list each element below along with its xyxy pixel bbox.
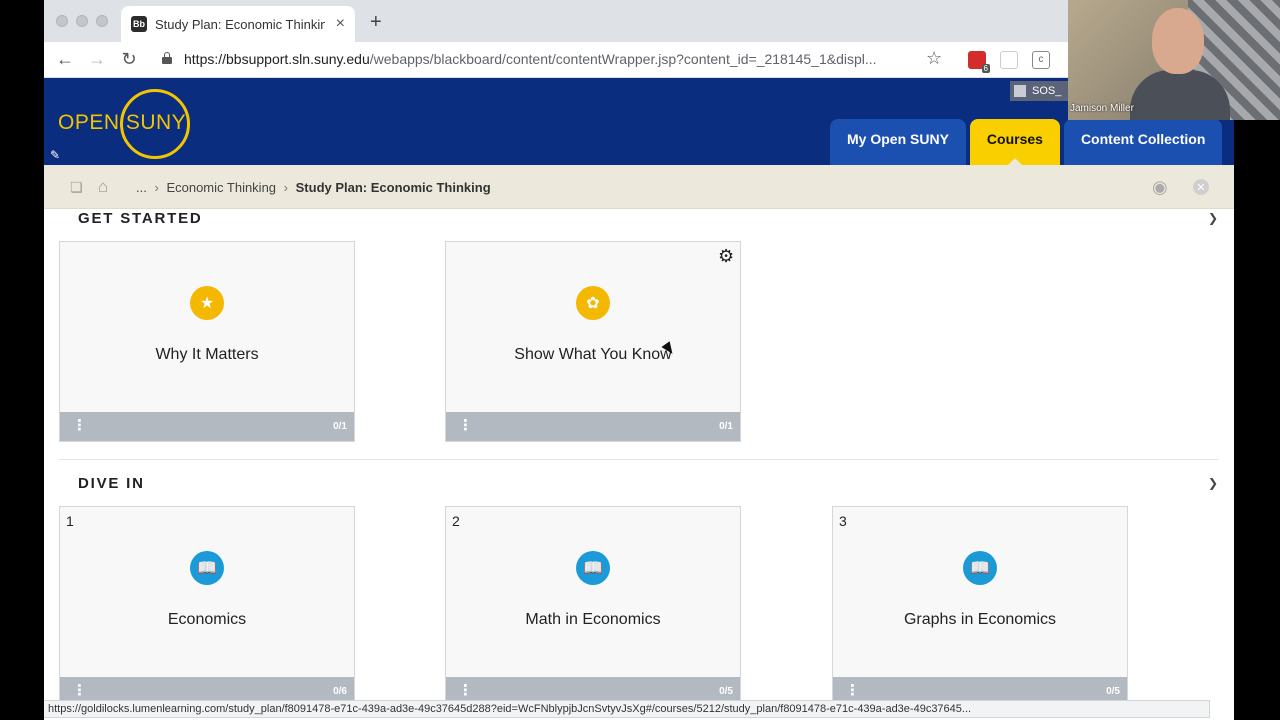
url-path: /webapps/blackboard/content/contentWrapp…: [369, 51, 877, 67]
breadcrumb-current: Study Plan: Economic Thinking: [295, 180, 491, 195]
card-graphs-in-economics[interactable]: 3 📖 Graphs in Economics ⋮ 0/5: [832, 506, 1128, 700]
lock-icon[interactable]: [162, 52, 172, 64]
card-footer: ⋮ 0/1: [446, 412, 740, 441]
card-progress-count: 0/1: [333, 421, 347, 432]
extension-chat-icon[interactable]: [1000, 51, 1018, 69]
tab-strip: Bb Study Plan: Economic Thinking × +: [44, 0, 1234, 42]
user-label: SOS_: [1032, 85, 1062, 97]
book-icon: 📖: [963, 551, 997, 585]
webcam-overlay: Jamison Miller: [1068, 0, 1280, 120]
forward-icon[interactable]: →: [86, 49, 108, 70]
back-icon[interactable]: ←: [54, 49, 76, 70]
card-progress-count: 0/6: [333, 686, 347, 697]
extension-red-icon[interactable]: 6: [968, 51, 990, 73]
nav-content-collection[interactable]: Content Collection: [1063, 119, 1223, 165]
card-footer: ⋮ 0/5: [446, 677, 740, 700]
close-circle-icon[interactable]: ✕: [1193, 179, 1209, 195]
breadcrumb-bar: ❏ ⌂ ... › Economic Thinking › Study Plan…: [44, 165, 1234, 209]
study-plan-content: GET STARTED ❯ ★ Why It Matters ⋮ 0/1 ⚙ ✿…: [44, 209, 1234, 700]
close-window-button[interactable]: [56, 15, 68, 27]
new-tab-button[interactable]: +: [370, 11, 382, 34]
star-icon: ★: [190, 286, 224, 320]
card-progress-count: 0/1: [719, 421, 733, 432]
blackboard-favicon-icon: Bb: [131, 16, 147, 32]
card-footer: ⋮ 0/6: [60, 677, 354, 700]
breadcrumb: ... › Economic Thinking › Study Plan: Ec…: [136, 180, 491, 195]
card-economics[interactable]: 1 📖 Economics ⋮ 0/6: [59, 506, 355, 700]
minimize-window-button[interactable]: [76, 15, 88, 27]
logo-text: OPEN SUNY: [58, 111, 187, 134]
card-title: Graphs in Economics: [903, 611, 1057, 628]
extension-badge: 6: [981, 64, 990, 73]
card-title: Show What You Know: [514, 346, 672, 363]
book-icon: 📖: [576, 551, 610, 585]
card-footer: ⋮ 0/1: [60, 412, 354, 441]
card-why-it-matters[interactable]: ★ Why It Matters ⋮ 0/1: [59, 241, 355, 442]
student-preview-icon[interactable]: ◉: [1152, 177, 1172, 197]
chevron-down-icon[interactable]: ❯: [1208, 211, 1218, 225]
card-title: Why It Matters: [155, 346, 259, 363]
url-host: https://bbsupport.sln.suny.edu: [184, 51, 370, 67]
browser-window: Bb Study Plan: Economic Thinking × + ← →…: [44, 0, 1234, 720]
card-number: 3: [839, 513, 847, 529]
extension-c-icon[interactable]: c: [1032, 51, 1050, 69]
card-title: Economics: [167, 611, 247, 628]
webcam-person-head: [1152, 8, 1204, 74]
nav-courses[interactable]: Courses: [969, 119, 1060, 165]
menu-toggle-icon[interactable]: ❏: [70, 179, 83, 196]
webcam-name-label: Jamison Miller: [1070, 103, 1134, 114]
status-bar-url: https://goldilocks.lumenlearning.com/stu…: [44, 700, 1210, 718]
tab-title: Study Plan: Economic Thinking: [155, 16, 325, 32]
card-footer: ⋮ 0/5: [833, 677, 1127, 700]
breadcrumb-separator: ›: [154, 180, 159, 195]
breadcrumb-ellipsis[interactable]: ...: [136, 180, 147, 195]
book-icon: 📖: [190, 551, 224, 585]
nav-my-open-suny[interactable]: My Open SUNY: [830, 119, 966, 165]
top-navigation: My Open SUNY Courses Content Collection: [830, 119, 1223, 165]
card-progress-count: 0/5: [719, 686, 733, 697]
address-toolbar: ← → ↻ https://bbsupport.sln.suny.edu/web…: [44, 42, 1234, 78]
section-title-get-started: GET STARTED: [78, 210, 203, 227]
kebab-menu-icon[interactable]: ⋮: [845, 683, 860, 698]
breadcrumb-separator: ›: [283, 180, 288, 195]
site-header: OPEN SUNY ✎ SOS_ My Open SUNY Courses Co…: [44, 78, 1234, 165]
brain-icon: ✿: [576, 286, 610, 320]
open-suny-logo[interactable]: OPEN SUNY: [58, 89, 198, 159]
home-icon[interactable]: ⌂: [98, 177, 108, 197]
chevron-down-icon[interactable]: ❯: [1208, 476, 1218, 490]
card-math-in-economics[interactable]: 2 📖 Math in Economics ⋮ 0/5: [445, 506, 741, 700]
gear-icon[interactable]: ⚙: [718, 246, 734, 267]
tab-close-icon[interactable]: ×: [336, 15, 345, 33]
browser-tab-active[interactable]: Bb Study Plan: Economic Thinking ×: [121, 6, 355, 42]
kebab-menu-icon[interactable]: ⋮: [72, 683, 87, 698]
kebab-menu-icon[interactable]: ⋮: [72, 418, 87, 433]
card-show-what-you-know[interactable]: ⚙ ✿ Show What You Know ⋮ 0/1: [445, 241, 741, 442]
breadcrumb-parent[interactable]: Economic Thinking: [166, 180, 276, 195]
card-number: 1: [66, 513, 74, 529]
card-progress-count: 0/5: [1106, 686, 1120, 697]
section-divider: [59, 459, 1219, 460]
kebab-menu-icon[interactable]: ⋮: [458, 683, 473, 698]
window-controls: [56, 15, 108, 27]
card-number: 2: [452, 513, 460, 529]
bookmark-star-icon[interactable]: ☆: [926, 48, 942, 69]
maximize-window-button[interactable]: [96, 15, 108, 27]
section-title-dive-in: DIVE IN: [78, 475, 145, 492]
user-avatar-icon: [1014, 85, 1026, 97]
url-field[interactable]: https://bbsupport.sln.suny.edu/webapps/b…: [184, 51, 914, 67]
card-title: Math in Economics: [525, 611, 661, 628]
user-menu[interactable]: SOS_: [1010, 81, 1070, 101]
pencil-icon[interactable]: ✎: [50, 148, 60, 162]
reload-icon[interactable]: ↻: [118, 49, 140, 70]
kebab-menu-icon[interactable]: ⋮: [458, 418, 473, 433]
